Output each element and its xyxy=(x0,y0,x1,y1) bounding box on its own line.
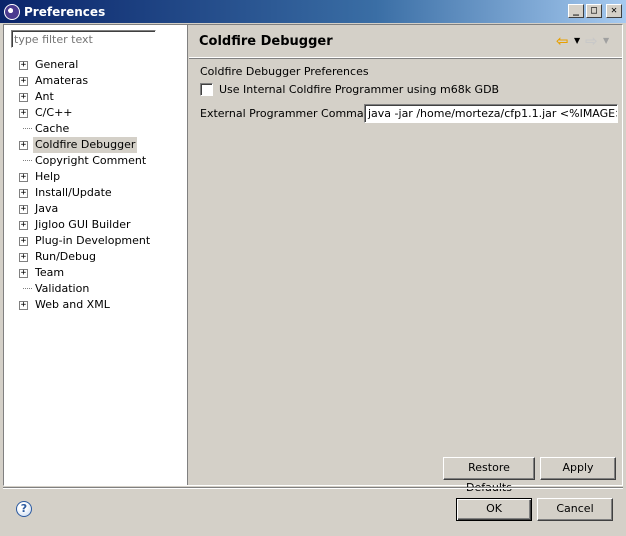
filter-input[interactable] xyxy=(11,30,156,48)
expand-icon[interactable]: + xyxy=(19,237,28,246)
expand-icon[interactable]: + xyxy=(19,205,28,214)
command-input[interactable]: java -jar /home/morteza/cfp1.1.jar <%IMA… xyxy=(364,104,618,123)
tree-item[interactable]: + Install/Update xyxy=(4,185,188,201)
internal-programmer-label: Use Internal Coldfire Programmer using m… xyxy=(219,83,500,96)
history-nav: ⇦ ▼ ⇨ ▼ xyxy=(556,34,612,49)
tree-item-label: Cache xyxy=(35,122,70,135)
back-arrow-icon[interactable]: ⇦ xyxy=(556,34,572,49)
tree-item-label: General xyxy=(35,58,79,71)
forward-dropdown-icon[interactable]: ▼ xyxy=(603,34,612,48)
tree-item[interactable]: + Ant xyxy=(4,89,188,105)
back-dropdown-icon[interactable]: ▼ xyxy=(574,34,583,48)
internal-programmer-option[interactable]: Use Internal Coldfire Programmer using m… xyxy=(200,83,499,96)
tree-item[interactable]: Copyright Comment xyxy=(4,153,188,169)
tree-connector xyxy=(23,288,32,289)
eclipse-icon xyxy=(4,3,20,20)
tree-item[interactable]: + Jigloo GUI Builder xyxy=(4,217,188,233)
expand-icon[interactable]: + xyxy=(19,61,28,70)
preference-tree: + General + Amateras + Ant + C/C++ Cache + Coldfir… xyxy=(4,57,188,313)
tree-item[interactable]: + Amateras xyxy=(4,73,188,89)
tree-connector xyxy=(23,128,32,129)
tree-item[interactable]: + Web and XML xyxy=(4,297,188,313)
tree-item-label: Jigloo GUI Builder xyxy=(35,218,131,231)
tree-item[interactable]: + General xyxy=(4,57,188,73)
page-description: Coldfire Debugger Preferences xyxy=(200,65,369,78)
ok-button[interactable]: OK xyxy=(456,498,532,521)
apply-button[interactable]: Apply xyxy=(540,457,616,480)
tree-item[interactable]: Cache xyxy=(4,121,188,137)
tree-item-label: Help xyxy=(35,170,61,183)
tree-item-label: Java xyxy=(35,202,59,215)
tree-item-label: Copyright Comment xyxy=(35,154,147,167)
expand-icon[interactable]: + xyxy=(19,173,28,182)
page-header: Coldfire Debugger ⇦ ▼ ⇨ ▼ xyxy=(189,25,622,58)
expand-icon[interactable]: + xyxy=(19,269,28,278)
forward-arrow-icon[interactable]: ⇨ xyxy=(585,34,601,49)
close-button[interactable]: ✕ xyxy=(606,4,622,18)
help-icon[interactable]: ? xyxy=(16,501,32,517)
tree-item-label: Ant xyxy=(35,90,54,103)
preference-page: Coldfire Debugger ⇦ ▼ ⇨ ▼ Coldfire Debug… xyxy=(189,25,622,485)
expand-icon[interactable]: + xyxy=(19,93,28,102)
tree-item-label: Web and XML xyxy=(35,298,110,311)
minimize-button[interactable]: _ xyxy=(568,4,584,18)
tree-item[interactable]: + Run/Debug xyxy=(4,249,188,265)
footer-separator xyxy=(3,487,623,489)
tree-item-label: Validation xyxy=(35,282,90,295)
tree-item[interactable]: Validation xyxy=(4,281,188,297)
tree-item-label: Team xyxy=(35,266,65,279)
maximize-button[interactable]: □ xyxy=(586,4,602,18)
expand-icon[interactable]: + xyxy=(19,77,28,86)
restore-defaults-button[interactable]: Restore Defaults xyxy=(443,457,535,494)
tree-item[interactable]: + Plug-in Development xyxy=(4,233,188,249)
tree-item-label: C/C++ xyxy=(35,106,73,119)
command-label: External Programmer Command: xyxy=(200,107,382,120)
expand-icon[interactable]: + xyxy=(19,189,28,198)
window-title: Preferences xyxy=(24,4,106,19)
title-bar[interactable]: Preferences _ □ ✕ xyxy=(0,0,626,23)
tree-connector xyxy=(23,160,32,161)
tree-item-label: Amateras xyxy=(35,74,89,87)
window-controls: _ □ ✕ xyxy=(568,4,622,18)
tree-item-label: Run/Debug xyxy=(35,250,96,263)
page-title: Coldfire Debugger xyxy=(199,34,333,49)
tree-item-label: Coldfire Debugger xyxy=(33,137,138,153)
expand-icon[interactable]: + xyxy=(19,221,28,230)
expand-icon[interactable]: + xyxy=(19,301,28,310)
tree-item[interactable]: + Java xyxy=(4,201,188,217)
expand-icon[interactable]: + xyxy=(19,141,28,150)
expand-icon[interactable]: + xyxy=(19,109,28,118)
expand-icon[interactable]: + xyxy=(19,253,28,262)
tree-item-label: Plug-in Development xyxy=(35,234,151,247)
cancel-button[interactable]: Cancel xyxy=(537,498,613,521)
tree-item[interactable]: + Team xyxy=(4,265,188,281)
internal-programmer-checkbox[interactable] xyxy=(200,83,213,96)
tree-item-label: Install/Update xyxy=(35,186,112,199)
preference-navigator: + General + Amateras + Ant + C/C++ Cache + Coldfir… xyxy=(4,25,188,485)
tree-item[interactable]: + Help xyxy=(4,169,188,185)
tree-item[interactable]: + Coldfire Debugger xyxy=(4,137,188,153)
tree-item[interactable]: + C/C++ xyxy=(4,105,188,121)
